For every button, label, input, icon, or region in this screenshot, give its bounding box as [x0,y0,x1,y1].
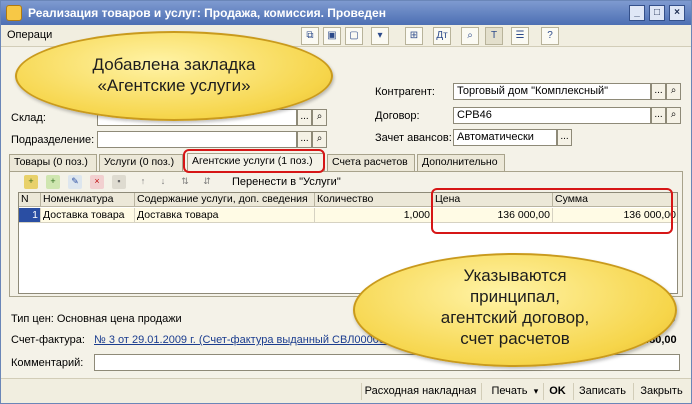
help-icon[interactable]: ? [541,27,559,45]
search-icon[interactable]: ⌕ [666,83,681,100]
tab-goods[interactable]: Товары (0 поз.) [9,154,97,171]
print-button[interactable]: Печать [481,383,537,400]
end-edit-icon[interactable]: ▪ [112,175,126,189]
advance-offset-select-button[interactable]: ... [557,129,572,146]
search-doc-icon[interactable]: ⌕ [461,27,479,45]
footer-bar: Расходная накладная Печать ▾ OK Записать… [1,378,691,403]
warehouse-select-button[interactable]: ... [297,109,312,126]
chevron-down-icon[interactable]: ▾ [531,383,541,400]
callout-principal-line2: принципал, [469,287,561,306]
tab-agent-services[interactable]: Агентские услуги (1 поз.) [187,153,325,171]
advance-offset-field[interactable]: Автоматически [453,129,557,146]
table-cell-price[interactable]: 136 000,00 [433,208,553,223]
callout-principal-line3: агентский договор, [440,308,590,327]
callout-tab-added-line1: Добавлена закладка [92,55,256,74]
tab-services[interactable]: Услуги (0 поз.) [99,154,183,171]
unpost-document-icon[interactable]: ▢ [345,27,363,45]
debit-credit-icon[interactable]: Дт [433,27,451,45]
maximize-button[interactable]: □ [649,5,665,21]
post-document-icon[interactable]: ▣ [323,27,341,45]
counterparty-field[interactable]: Торговый дом "Комплексный" [453,83,651,100]
add-row-icon[interactable]: + [24,175,38,189]
column-header-n[interactable]: N [19,193,41,207]
comment-label: Комментарий: [11,357,84,369]
department-label: Подразделение: [11,134,95,146]
price-type-label[interactable]: Тип цен: Основная цена продажи [11,313,182,325]
counterparty-select-button[interactable]: ... [651,83,666,100]
close-button[interactable]: Закрыть [633,383,689,400]
waybill-button[interactable]: Расходная накладная [361,383,479,400]
edit-row-icon[interactable]: ✎ [68,175,82,189]
close-window-button[interactable]: × [669,5,685,21]
delete-row-icon[interactable]: × [90,175,104,189]
move-up-icon[interactable]: ↑ [136,175,150,189]
warehouse-label: Склад: [11,112,46,124]
invoice-link[interactable]: № 3 от 29.01.2009 г. (Счет-фактура выдан… [94,334,397,346]
column-header-quantity[interactable]: Количество [315,193,433,207]
callout-tab-added-line2: «Агентские услуги» [97,76,251,95]
title-bar: Реализация товаров и услуг: Продажа, ком… [1,1,691,25]
sort-desc-icon[interactable]: ⇵ [200,175,214,189]
contract-select-button[interactable]: ... [651,107,666,124]
window-title: Реализация товаров и услуг: Продажа, ком… [28,6,386,20]
search-icon[interactable]: ⌕ [312,131,327,148]
minimize-button[interactable]: _ [629,5,645,21]
contract-field[interactable]: СРВ46 [453,107,651,124]
column-header-content[interactable]: Содержание услуги, доп. сведения [135,193,315,207]
transfer-to-services-button[interactable]: Перенести в "Услуги" [232,176,341,188]
table-cell-content[interactable]: Доставка товара [135,208,315,223]
table-cell-quantity[interactable]: 1,000 [315,208,433,223]
move-down-icon[interactable]: ↓ [156,175,170,189]
search-icon[interactable]: ⌕ [666,107,681,124]
document-structure-icon[interactable]: ⊞ [405,27,423,45]
callout-principal-line4: счет расчетов [460,329,570,348]
text-mode-icon[interactable]: T [485,27,503,45]
advance-offset-label: Зачет авансов: [375,132,452,144]
table-toolbar: + + ✎ × ▪ ↑ ↓ ⇅ ⇵ Перенести в "Услуги" [10,172,682,192]
input-based-icon[interactable]: ▾ [371,27,389,45]
sort-asc-icon[interactable]: ⇅ [178,175,192,189]
save-button[interactable]: Записать [573,383,631,400]
table-row-number[interactable]: 1 [19,208,41,223]
column-header-sum[interactable]: Сумма [553,193,677,207]
operations-menu[interactable]: Операци [7,29,52,41]
search-icon[interactable]: ⌕ [312,109,327,126]
copy-row-icon[interactable]: + [46,175,60,189]
department-field[interactable] [97,131,297,148]
callout-principal-line1: Указываются [463,266,567,285]
department-select-button[interactable]: ... [297,131,312,148]
list-icon[interactable]: ☰ [511,27,529,45]
counterparty-label: Контрагент: [375,86,435,98]
column-header-item[interactable]: Номенклатура [41,193,135,207]
copy-icon[interactable]: ⧉ [301,27,319,45]
contract-label: Договор: [375,110,420,122]
tab-additional[interactable]: Дополнительно [417,154,505,171]
callout-principal: Указываются принципал, агентский договор… [353,253,677,367]
invoice-label: Счет-фактура: [11,334,85,346]
callout-tab-added: Добавлена закладка «Агентские услуги» [15,31,333,121]
document-window: Реализация товаров и услуг: Продажа, ком… [0,0,692,404]
table-cell-item[interactable]: Доставка товара [41,208,135,223]
tab-settlement-accounts[interactable]: Счета расчетов [327,154,415,171]
ok-button[interactable]: OK [543,383,571,400]
column-header-price[interactable]: Цена [433,193,553,207]
document-icon [6,5,22,21]
table-cell-sum[interactable]: 136 000,00 [553,208,677,223]
